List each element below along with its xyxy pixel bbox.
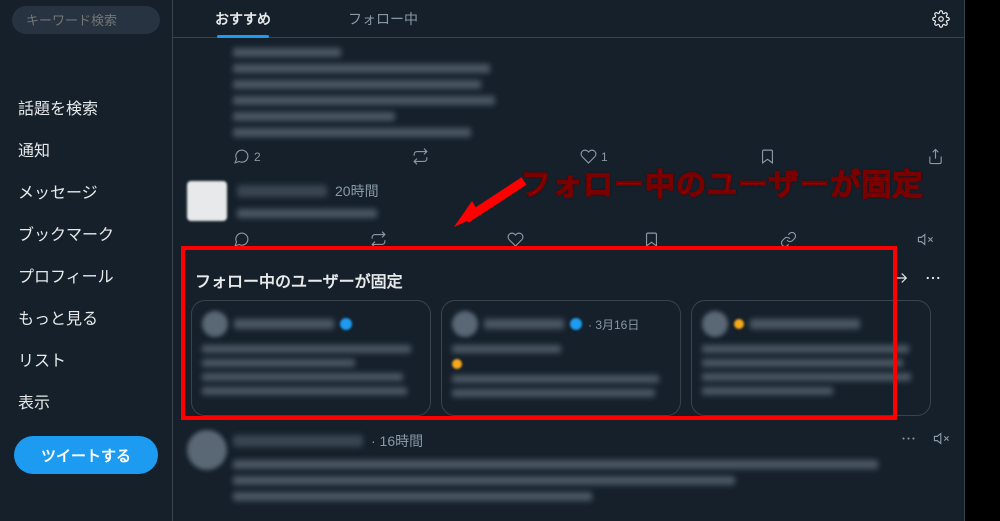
main-column: おすすめ フォロー中 2 1 xyxy=(172,0,965,521)
pinned-cards: · 3月16日 xyxy=(191,300,946,416)
link-icon xyxy=(780,231,797,248)
tweet-time: 20時間 xyxy=(335,181,379,201)
more-horizontal-icon xyxy=(924,269,942,287)
app-root: 話題を検索 通知 メッセージ ブックマーク プロフィール もっと見る リスト 表… xyxy=(0,0,965,521)
mute-button[interactable] xyxy=(917,231,934,248)
heart-icon xyxy=(580,148,597,165)
tweet-body-redacted xyxy=(233,44,503,144)
avatar xyxy=(702,311,728,337)
tab-recommend[interactable]: おすすめ xyxy=(173,9,313,29)
pinned-module: フォロー中のユーザーが固定 xyxy=(181,260,956,422)
verified-badge-icon xyxy=(340,318,352,330)
reply-icon xyxy=(233,148,250,165)
reply-count: 2 xyxy=(254,150,261,164)
reply-button[interactable]: 2 xyxy=(233,148,261,165)
tweet-button[interactable]: ツイートする xyxy=(14,436,158,474)
bookmark-icon xyxy=(759,148,776,165)
avatar xyxy=(187,430,227,470)
reply-button[interactable] xyxy=(233,231,250,248)
verified-gold-badge-icon xyxy=(734,319,744,329)
pinned-date: · 3月16日 xyxy=(588,316,639,333)
pinned-card[interactable] xyxy=(691,300,931,416)
retweet-icon xyxy=(412,148,429,165)
username-redacted xyxy=(233,435,363,447)
avatar xyxy=(202,311,228,337)
more-horizontal-icon xyxy=(900,430,917,447)
timeline-tabs: おすすめ フォロー中 xyxy=(173,0,964,38)
nav-bookmarks[interactable]: ブックマーク xyxy=(0,212,172,254)
mute-icon xyxy=(933,430,950,447)
sidebar: 話題を検索 通知 メッセージ ブックマーク プロフィール もっと見る リスト 表… xyxy=(0,0,172,521)
tweet-actions xyxy=(173,221,964,260)
nav-profile[interactable]: プロフィール xyxy=(0,254,172,296)
pinned-see-all-button[interactable] xyxy=(892,269,910,292)
tweet-more-button[interactable] xyxy=(900,430,917,452)
like-button[interactable] xyxy=(507,231,524,248)
pinned-header: フォロー中のユーザーが固定 xyxy=(191,268,946,300)
nav-messages[interactable]: メッセージ xyxy=(0,170,172,212)
arrow-right-icon xyxy=(892,269,910,287)
timeline-settings-button[interactable] xyxy=(924,2,958,36)
verified-badge-icon xyxy=(570,318,582,330)
tweet-mute-button[interactable] xyxy=(933,430,950,452)
tweet-item[interactable]: · 16時間 xyxy=(173,422,964,501)
bookmark-button[interactable] xyxy=(643,231,660,248)
share-icon xyxy=(927,148,944,165)
pinned-card[interactable]: · 3月16日 xyxy=(441,300,681,416)
tab-following[interactable]: フォロー中 xyxy=(313,9,453,29)
gear-icon xyxy=(932,10,950,28)
bookmark-icon xyxy=(643,231,660,248)
mute-icon xyxy=(917,231,934,248)
reply-icon xyxy=(233,231,250,248)
pinned-card[interactable] xyxy=(191,300,431,416)
like-count: 1 xyxy=(601,150,608,164)
nav-explore[interactable]: 話題を検索 xyxy=(0,86,172,128)
search-wrap xyxy=(0,6,172,40)
share-button[interactable] xyxy=(927,148,944,165)
nav-notifications[interactable]: 通知 xyxy=(0,128,172,170)
search-input[interactable] xyxy=(12,6,160,34)
retweet-button[interactable] xyxy=(412,148,429,165)
bookmark-button[interactable] xyxy=(759,148,776,165)
tweet-actions: 2 1 xyxy=(173,144,964,173)
emoji-icon xyxy=(452,359,462,369)
like-button[interactable]: 1 xyxy=(580,148,608,165)
nav-display[interactable]: 表示 xyxy=(0,380,172,422)
link-button[interactable] xyxy=(780,231,797,248)
nav-lists[interactable]: リスト xyxy=(0,338,172,380)
tweet-time: · 16時間 xyxy=(371,431,423,451)
avatar xyxy=(452,311,478,337)
username-redacted xyxy=(237,185,327,197)
retweet-button[interactable] xyxy=(370,231,387,248)
heart-icon xyxy=(507,231,524,248)
tweet-item[interactable]: 20時間 xyxy=(173,173,964,221)
avatar xyxy=(187,181,227,221)
nav-list: 話題を検索 通知 メッセージ ブックマーク プロフィール もっと見る リスト 表… xyxy=(0,40,172,422)
retweet-icon xyxy=(370,231,387,248)
pinned-title: フォロー中のユーザーが固定 xyxy=(195,268,403,292)
nav-more[interactable]: もっと見る xyxy=(0,296,172,338)
pinned-more-button[interactable] xyxy=(924,269,942,292)
